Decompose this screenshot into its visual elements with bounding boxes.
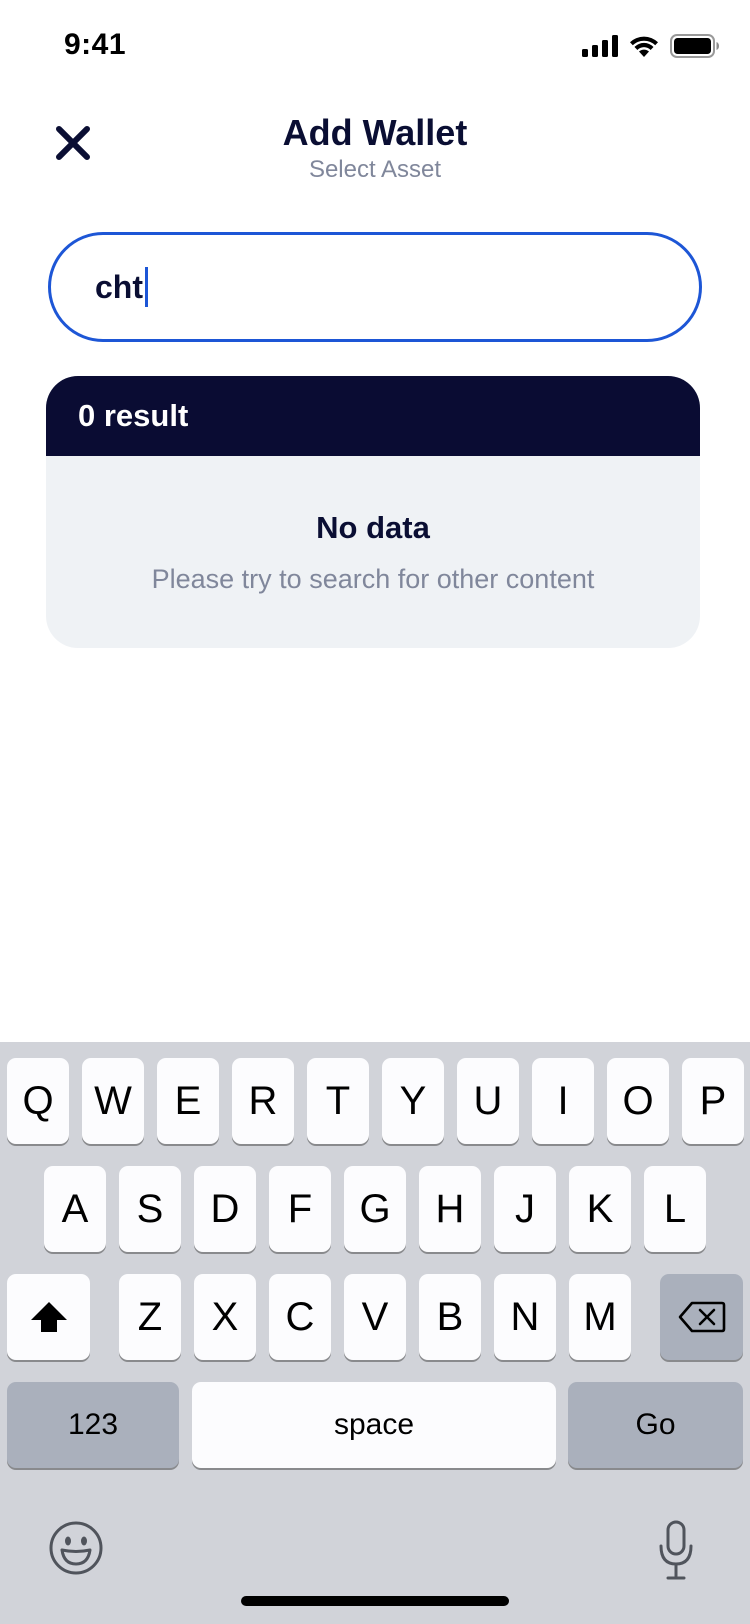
backspace-icon [678, 1301, 725, 1333]
results-header: 0 result [46, 376, 700, 456]
signal-icon [582, 35, 618, 57]
battery-icon [670, 34, 719, 58]
header: Add Wallet Select Asset [0, 100, 750, 200]
home-indicator [241, 1596, 509, 1606]
key-p[interactable]: P [682, 1058, 744, 1144]
dictation-button[interactable] [658, 1520, 694, 1582]
key-t[interactable]: T [307, 1058, 369, 1144]
backspace-key[interactable] [660, 1274, 743, 1360]
status-time: 9:41 [64, 28, 127, 61]
shift-key[interactable] [7, 1274, 90, 1360]
keyboard: Q W E R T Y U I O P A S D F G H J K L Z … [0, 1042, 750, 1624]
key-a[interactable]: A [44, 1166, 106, 1252]
key-i[interactable]: I [532, 1058, 594, 1144]
key-d[interactable]: D [194, 1166, 256, 1252]
key-q[interactable]: Q [7, 1058, 69, 1144]
key-x[interactable]: X [194, 1274, 256, 1360]
key-v[interactable]: V [344, 1274, 406, 1360]
search-input-value: cht [95, 268, 143, 305]
search-input[interactable]: cht [48, 232, 702, 342]
key-f[interactable]: F [269, 1166, 331, 1252]
empty-state-subtitle: Please try to search for other content [151, 564, 595, 594]
key-l[interactable]: L [644, 1166, 706, 1252]
go-key[interactable]: Go [568, 1382, 743, 1468]
key-n[interactable]: N [494, 1274, 556, 1360]
key-r[interactable]: R [232, 1058, 294, 1144]
empty-state: No data Please try to search for other c… [46, 456, 700, 595]
shift-icon [30, 1302, 67, 1332]
key-w[interactable]: W [82, 1058, 144, 1144]
numbers-key[interactable]: 123 [7, 1382, 179, 1468]
page-title: Add Wallet [282, 112, 468, 153]
text-caret [145, 267, 148, 307]
key-s[interactable]: S [119, 1166, 181, 1252]
key-g[interactable]: G [344, 1166, 406, 1252]
key-e[interactable]: E [157, 1058, 219, 1144]
microphone-icon [659, 1520, 693, 1580]
key-o[interactable]: O [607, 1058, 669, 1144]
key-m[interactable]: M [569, 1274, 631, 1360]
key-k[interactable]: K [569, 1166, 631, 1252]
key-b[interactable]: B [419, 1274, 481, 1360]
key-c[interactable]: C [269, 1274, 331, 1360]
key-y[interactable]: Y [382, 1058, 444, 1144]
key-z[interactable]: Z [119, 1274, 181, 1360]
emoji-icon [49, 1521, 103, 1575]
results-card: 0 result No data Please try to search fo… [46, 376, 700, 648]
space-key[interactable]: space [192, 1382, 556, 1468]
wifi-icon [630, 36, 658, 57]
key-h[interactable]: H [419, 1166, 481, 1252]
key-j[interactable]: J [494, 1166, 556, 1252]
key-u[interactable]: U [457, 1058, 519, 1144]
status-bar: 9:41 [0, 0, 750, 94]
empty-state-title: No data [316, 510, 430, 545]
emoji-button[interactable] [48, 1520, 104, 1576]
status-icons [582, 34, 720, 58]
results-count: 0 result [78, 398, 189, 433]
page-subtitle: Select Asset [308, 156, 442, 183]
